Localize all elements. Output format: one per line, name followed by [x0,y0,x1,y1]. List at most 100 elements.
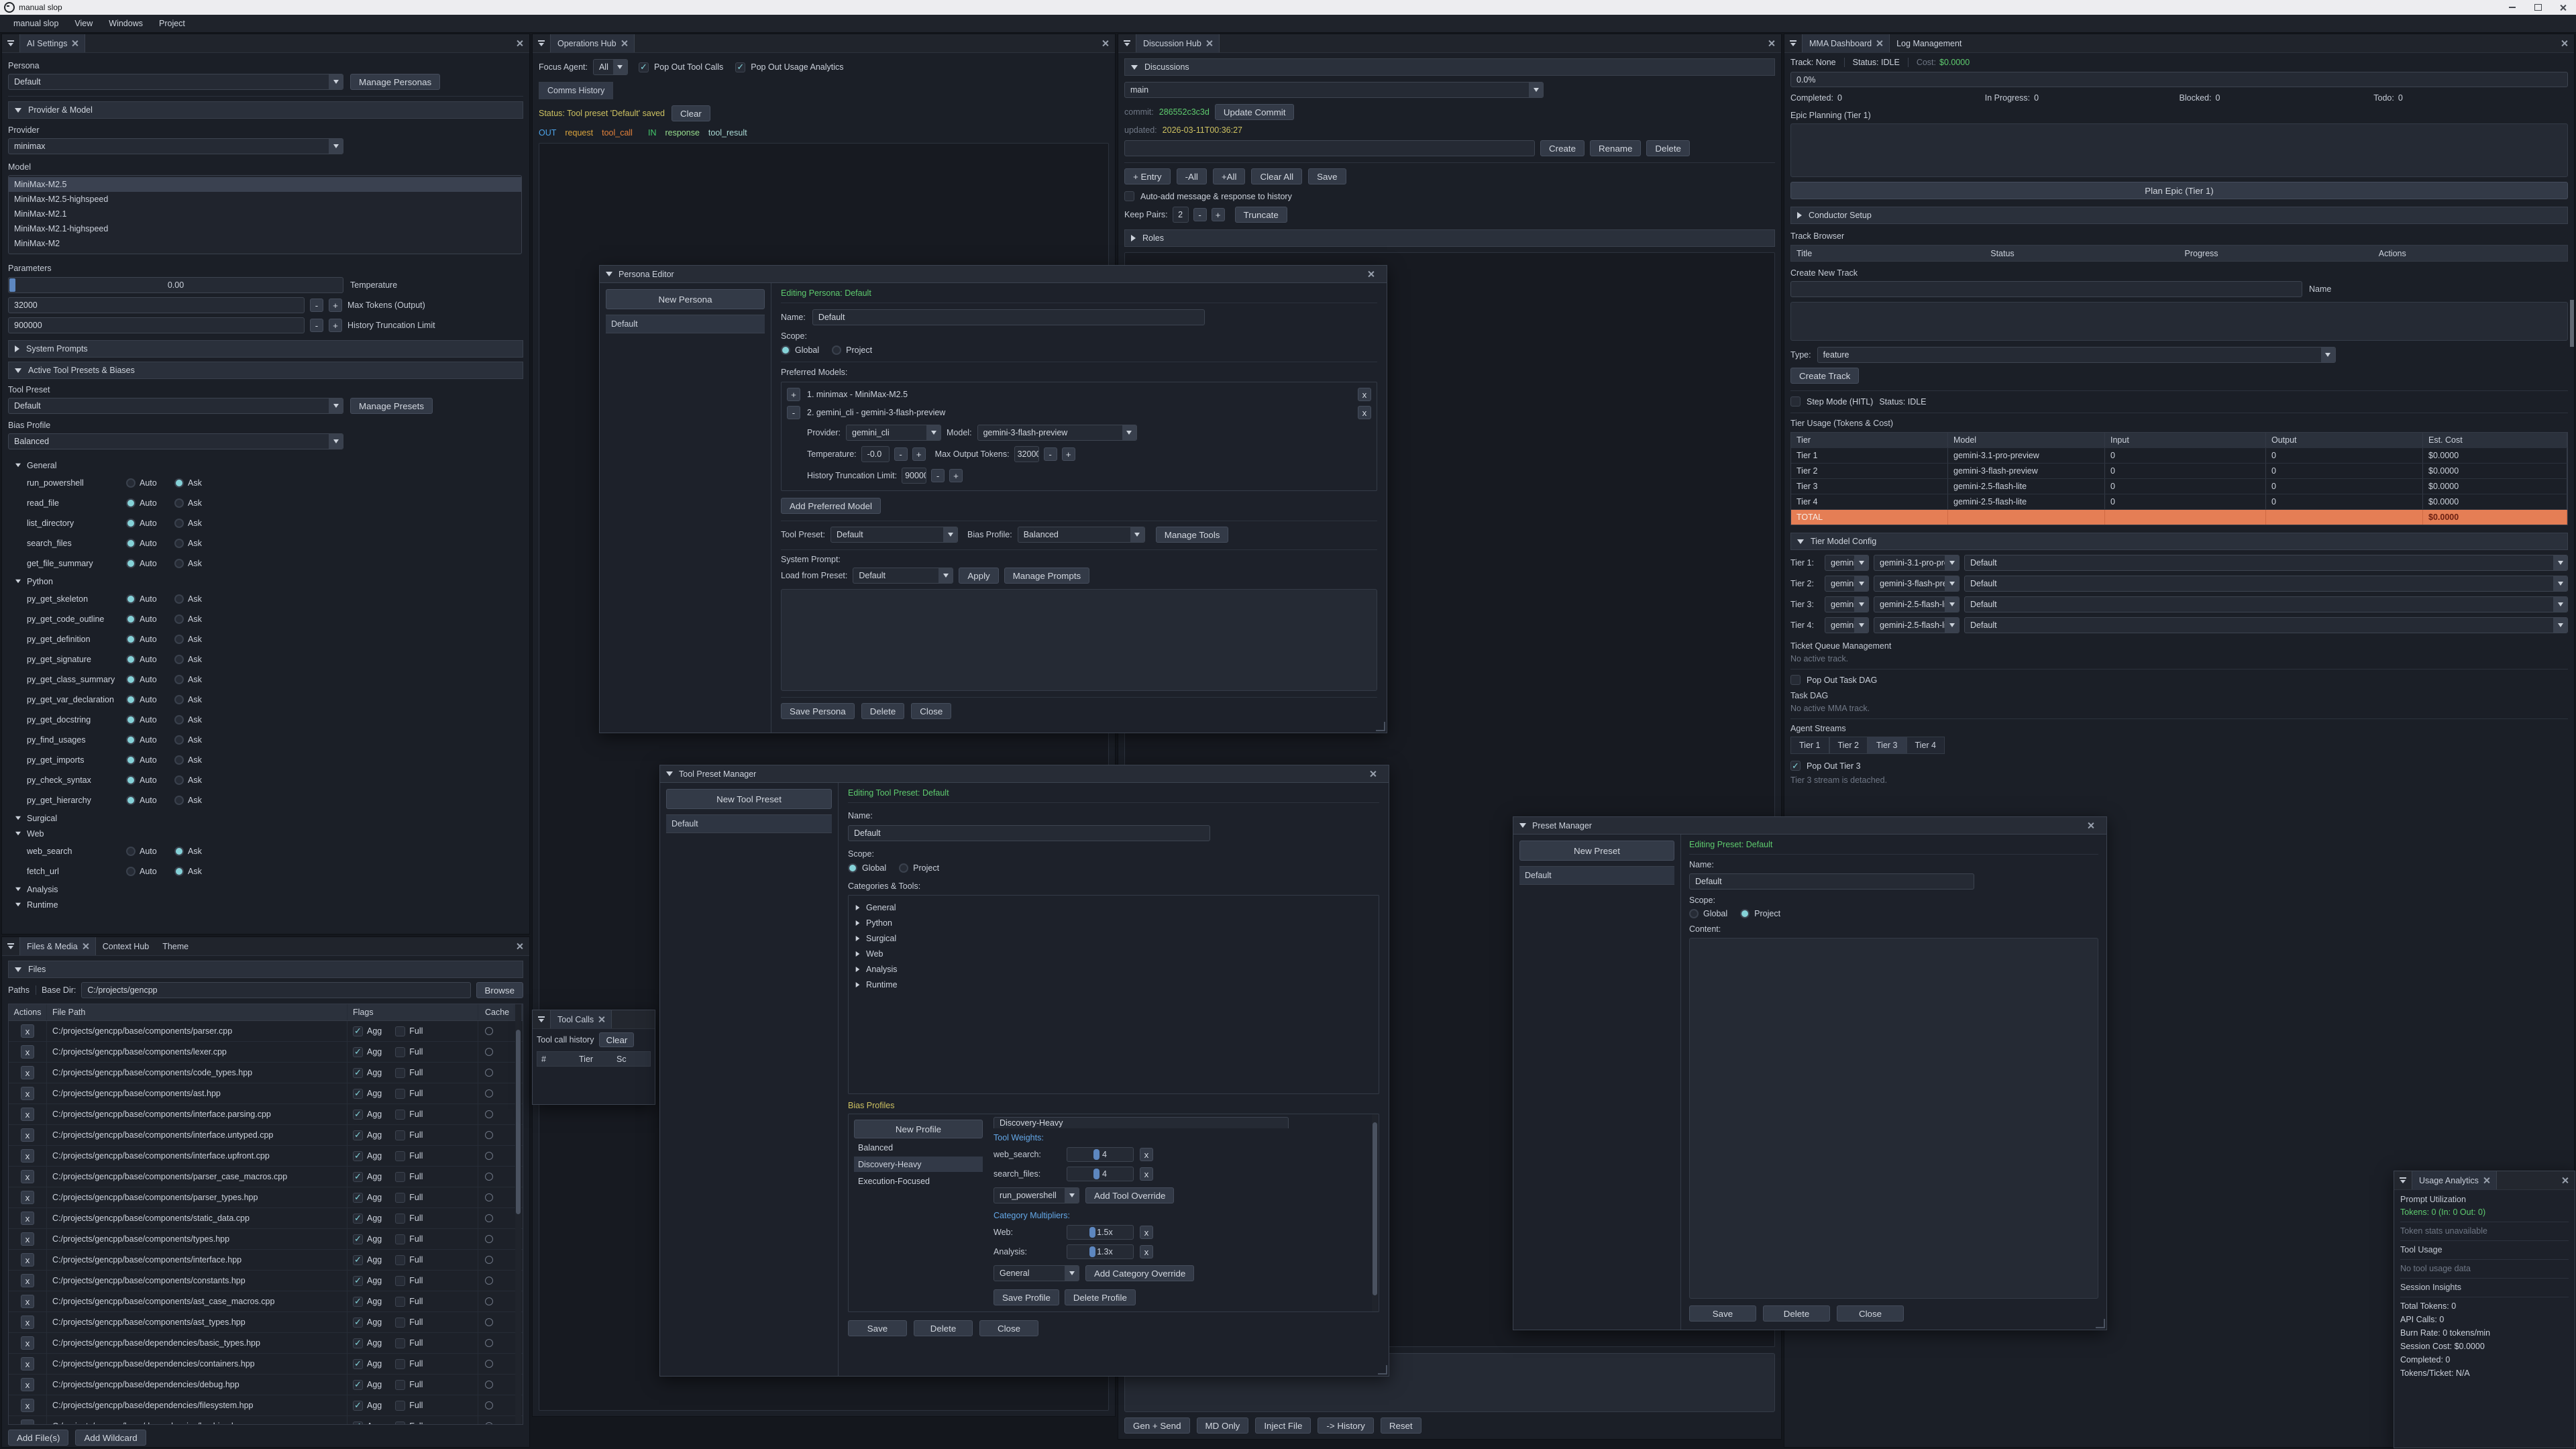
composer-button[interactable]: Inject File [1255,1417,1311,1434]
preset-list-item[interactable]: Default [1519,866,1674,885]
full-checkbox[interactable] [395,1089,405,1099]
ask-radio[interactable] [174,614,184,624]
manage-prompts-button[interactable]: Manage Prompts [1004,568,1090,584]
tab-usage-analytics[interactable]: Usage Analytics [2412,1171,2497,1189]
minus-all-button[interactable]: -All [1177,168,1207,184]
agg-checkbox[interactable] [353,1068,363,1078]
ask-radio[interactable] [174,594,184,604]
auto-radio[interactable] [126,867,136,876]
model-list-item[interactable]: MiniMax-M2.5 [9,177,521,192]
tool-preset-select[interactable]: Default [8,398,343,414]
discussion-name-input[interactable] [1124,140,1535,156]
resize-grip[interactable] [2096,1319,2105,1328]
ask-radio[interactable] [174,559,184,568]
remove-file-button[interactable]: x [21,1357,34,1371]
tier-model-select[interactable]: gemini-2.5-flash-lite [1874,596,1960,612]
ask-radio[interactable] [174,755,184,765]
tier-provider-select[interactable]: gemini [1825,576,1869,592]
agg-checkbox[interactable] [353,1193,363,1203]
dock-icon[interactable] [533,34,550,52]
history-minus-button[interactable]: - [310,319,323,332]
auto-radio[interactable] [126,635,136,644]
provider-model-header[interactable]: Provider & Model [8,101,523,119]
remove-file-button[interactable]: x [21,1253,34,1267]
ask-radio[interactable] [174,715,184,724]
model-list-item[interactable]: MiniMax-M2.1-highspeed [9,221,521,236]
full-checkbox[interactable] [395,1380,405,1390]
remove-weight-button[interactable]: x [1140,1148,1153,1161]
browse-button[interactable]: Browse [476,982,523,998]
agg-checkbox[interactable] [353,1297,363,1307]
chevron-down-icon[interactable] [666,771,673,776]
tool-group-label[interactable]: Python [27,577,53,586]
agg-checkbox[interactable] [353,1214,363,1224]
remove-file-button[interactable]: x [21,1087,34,1100]
add-tool-override-button[interactable]: Add Tool Override [1085,1187,1174,1203]
close-icon[interactable] [83,943,89,949]
agg-checkbox[interactable] [353,1047,363,1057]
dock-icon[interactable] [533,1010,550,1028]
full-checkbox[interactable] [395,1068,405,1078]
tool-override-select[interactable]: run_powershell [994,1187,1079,1203]
tool-group-label[interactable]: Web [27,829,44,839]
chevron-down-icon[interactable] [15,580,21,584]
remove-file-button[interactable]: x [21,1336,34,1350]
remove-file-button[interactable]: x [21,1024,34,1038]
pe-hist-minus[interactable]: - [931,469,945,482]
agg-checkbox[interactable] [353,1255,363,1265]
tab-operations-hub[interactable]: Operations Hub [550,34,635,52]
save-discussion-button[interactable]: Save [1308,168,1346,184]
paths-label[interactable]: Paths [8,985,36,995]
auto-radio[interactable] [126,594,136,604]
plan-epic-button[interactable]: Plan Epic (Tier 1) [1790,182,2568,199]
ask-radio[interactable] [174,675,184,684]
track-name-input[interactable] [1790,281,2302,297]
category-row[interactable]: Web [849,946,1379,961]
full-checkbox[interactable] [395,1234,405,1244]
step-mode-checkbox[interactable] [1790,396,1801,407]
multiplier-slider[interactable]: 1.3x [1067,1244,1134,1259]
model-down-button[interactable]: - [787,406,800,419]
resize-grip[interactable] [1378,1365,1387,1375]
panel-close-icon[interactable] [517,40,523,46]
add-files-button[interactable]: Add File(s) [8,1430,68,1446]
pe-temp-input[interactable]: -0.0 [861,446,890,462]
model-list-item[interactable]: MiniMax-M2 [9,236,521,251]
dock-icon[interactable] [1784,34,1802,52]
files-scrollbar[interactable] [515,1004,521,1424]
remove-file-button[interactable]: x [21,1399,34,1412]
provider-select[interactable]: minimax [8,138,343,154]
agg-checkbox[interactable] [353,1421,363,1426]
max-tokens-input[interactable]: 32000 [8,297,305,313]
stream-tab[interactable]: Tier 3 [1868,737,1907,754]
ask-radio[interactable] [174,635,184,644]
panel-close-icon[interactable] [1102,40,1108,46]
tier-provider-select[interactable]: gemini [1825,617,1869,633]
full-checkbox[interactable] [395,1421,405,1426]
new-tool-preset-button[interactable]: New Tool Preset [666,789,832,809]
profile-list-item[interactable]: Execution-Focused [854,1173,983,1189]
pe-tool-preset-select[interactable]: Default [830,527,958,543]
remove-multiplier-button[interactable]: x [1140,1226,1153,1239]
ask-radio[interactable] [174,519,184,528]
remove-file-button[interactable]: x [21,1419,34,1425]
add-category-override-button[interactable]: Add Category Override [1085,1265,1194,1281]
remove-file-button[interactable]: x [21,1378,34,1391]
auto-radio[interactable] [126,519,136,528]
multiplier-slider[interactable]: 1.5x [1067,1225,1134,1240]
pe-hist-plus[interactable]: + [949,469,963,482]
roles-header[interactable]: Roles [1124,229,1775,247]
chevron-down-icon[interactable] [15,888,21,892]
chevron-down-icon[interactable] [15,464,21,468]
max-tokens-minus-button[interactable]: - [310,299,323,312]
pe-hist-input[interactable]: 900000 [902,468,926,484]
agg-checkbox[interactable] [353,1110,363,1120]
persona-select[interactable]: Default [8,74,343,90]
auto-radio[interactable] [126,478,136,488]
full-checkbox[interactable] [395,1214,405,1224]
panel-close-icon[interactable] [1768,40,1774,46]
save-profile-button[interactable]: Save Profile [994,1289,1059,1305]
chevron-down-icon[interactable] [15,832,21,836]
max-tokens-plus-button[interactable]: + [329,299,342,312]
close-icon[interactable] [72,40,78,46]
